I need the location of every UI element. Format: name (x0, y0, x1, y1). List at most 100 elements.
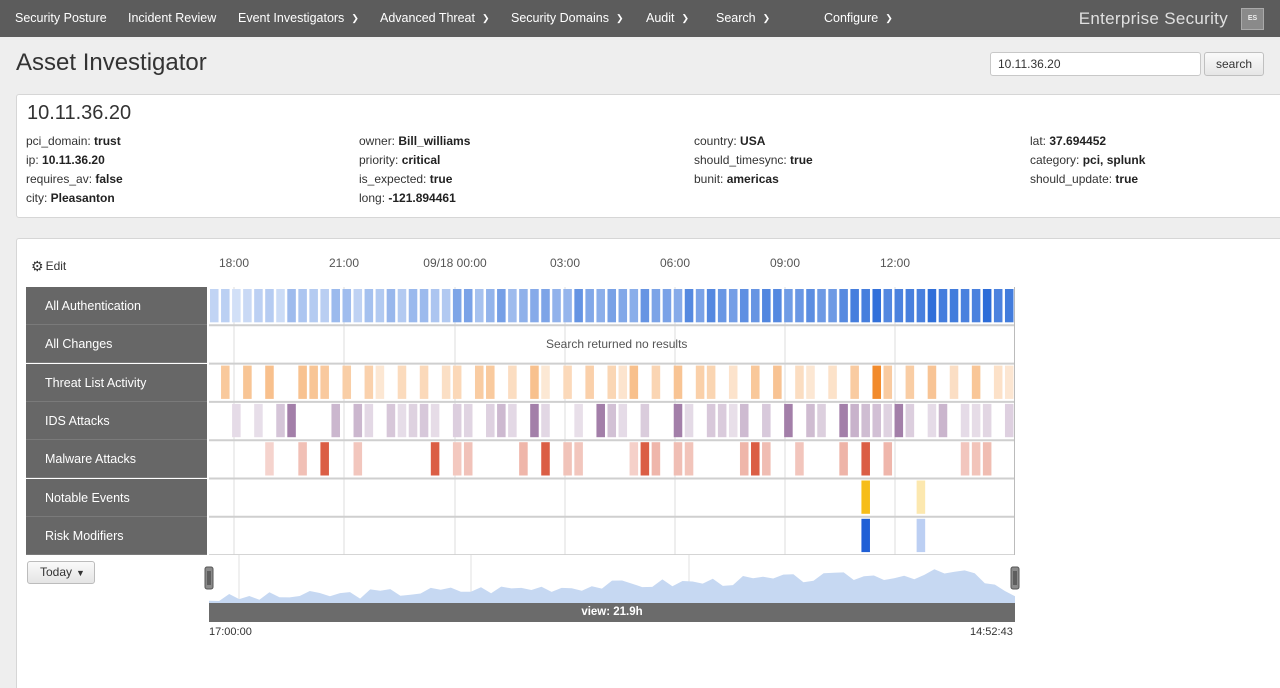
asset-search-input[interactable] (990, 52, 1201, 76)
ids-attack-bar (706, 403, 716, 438)
threat-activity-bar (971, 365, 981, 399)
ids-attack-bar (287, 403, 296, 438)
time-tick-label: 21:00 (328, 256, 360, 270)
threat-activity-bar (364, 365, 374, 399)
authentication-event-bar (221, 289, 230, 323)
asset-field: category: pci, splunk (1030, 153, 1145, 167)
threat-activity-bar (541, 365, 550, 399)
malware-attack-bar (563, 442, 572, 476)
ids-attack-bar (618, 403, 628, 438)
authentication-event-bar (563, 289, 572, 323)
view-range-bar[interactable]: view: 21.9h (209, 603, 1015, 622)
nav-incident-review[interactable]: Incident Review (128, 0, 216, 37)
asset-field: long: -121.894461 (359, 191, 456, 205)
authentication-event-bar (386, 289, 396, 323)
threat-activity-bar (298, 365, 307, 399)
edit-button[interactable]: ⚙ Edit (31, 258, 66, 275)
threat-activity-bar (320, 365, 329, 399)
ids-attack-bar (463, 403, 473, 438)
range-start-handle[interactable] (204, 566, 214, 590)
authentication-event-bar (342, 289, 352, 323)
authentication-event-bar (817, 289, 826, 323)
asset-field: should_timesync: true (694, 153, 813, 167)
ids-attack-bar (607, 403, 617, 438)
threat-activity-bar (673, 365, 683, 399)
ids-attack-bar (905, 403, 915, 438)
threat-activity-bar (773, 365, 782, 399)
threat-activity-bar (607, 365, 617, 399)
swimlane-label[interactable]: Malware Attacks (26, 440, 207, 479)
authentication-event-bar (254, 289, 263, 323)
nav-search[interactable]: Search ❯ (716, 0, 770, 37)
threat-activity-bar (629, 365, 639, 399)
asset-field-value: Bill_williams (398, 134, 471, 148)
notable-event-bar (861, 480, 870, 514)
swimlane-label[interactable]: Notable Events (26, 478, 207, 517)
threat-activity-bar (452, 365, 462, 399)
authentication-event-bar (353, 289, 363, 323)
malware-attack-bar (265, 442, 274, 476)
authentication-event-bar (497, 289, 506, 323)
threat-activity-bar (221, 365, 230, 399)
threat-activity-bar (585, 365, 594, 399)
malware-attack-bar (883, 442, 893, 476)
authentication-event-bar (574, 289, 583, 323)
authentication-event-bar (695, 289, 705, 323)
swimlane-label[interactable]: Threat List Activity (26, 363, 207, 402)
search-button[interactable]: search (1204, 52, 1264, 76)
malware-attack-bar (673, 442, 683, 476)
app-brand: Enterprise Security (1078, 9, 1228, 28)
threat-activity-bar (905, 365, 915, 399)
swimlane-label[interactable]: IDS Attacks (26, 401, 207, 440)
nav-audit[interactable]: Audit ❯ (646, 0, 689, 37)
nav-advanced-threat[interactable]: Advanced Threat ❯ (380, 0, 490, 37)
authentication-event-bar (850, 289, 859, 323)
authentication-event-bar (585, 289, 594, 323)
authentication-event-bar (894, 289, 904, 323)
authentication-event-bar (463, 289, 473, 323)
nav-configure[interactable]: Configure ❯ (824, 0, 893, 37)
authentication-event-bar (982, 289, 992, 323)
overview-chart[interactable] (204, 555, 1022, 605)
authentication-event-bar (629, 289, 639, 323)
threat-activity-bar (850, 365, 859, 399)
ids-attack-bar (640, 403, 650, 438)
ids-attack-bar (894, 403, 904, 438)
nav-event-investigators[interactable]: Event Investigators ❯ (238, 0, 359, 37)
malware-attack-bar (353, 442, 363, 476)
authentication-event-bar (276, 289, 285, 323)
ids-attack-bar (596, 403, 605, 438)
threat-activity-bar (806, 365, 815, 399)
authentication-event-bar (232, 289, 241, 323)
malware-attack-bar (982, 442, 992, 476)
range-end-handle[interactable] (1010, 566, 1020, 590)
asset-field-value: trust (94, 134, 121, 148)
authentication-event-bar (298, 289, 307, 323)
swimlanes[interactable] (209, 287, 1015, 555)
app-badge[interactable]: ES (1241, 8, 1264, 30)
ids-attack-bar (430, 403, 440, 438)
swimlane-label[interactable]: All Changes (26, 325, 207, 364)
authentication-event-bar (784, 289, 793, 323)
ids-attack-bar (508, 403, 517, 438)
nav-security-domains[interactable]: Security Domains ❯ (511, 0, 624, 37)
no-results-message: Search returned no results (546, 337, 688, 352)
swimlane-label[interactable]: Risk Modifiers (26, 516, 207, 555)
time-tick-label: 09:00 (769, 256, 801, 270)
ids-attack-bar (276, 403, 285, 438)
asset-field-key: is_expected: (359, 172, 430, 186)
asset-field-value: USA (740, 134, 766, 148)
authentication-event-bar (673, 289, 683, 323)
range-end-time: 14:52:43 (970, 626, 1013, 638)
time-tick-label: 03:00 (549, 256, 581, 270)
ids-attack-bar (541, 403, 550, 438)
authentication-event-bar (474, 289, 484, 323)
nav-security-posture[interactable]: Security Posture (15, 0, 107, 37)
swimlane-label[interactable]: All Authentication (26, 287, 207, 325)
ids-attack-bar (397, 403, 407, 438)
malware-attack-bar (320, 442, 329, 476)
malware-attack-bar (541, 442, 550, 476)
time-range-picker[interactable]: Today ▼ (27, 561, 95, 584)
authentication-event-bar (938, 289, 948, 323)
authentication-event-bar (751, 289, 760, 323)
